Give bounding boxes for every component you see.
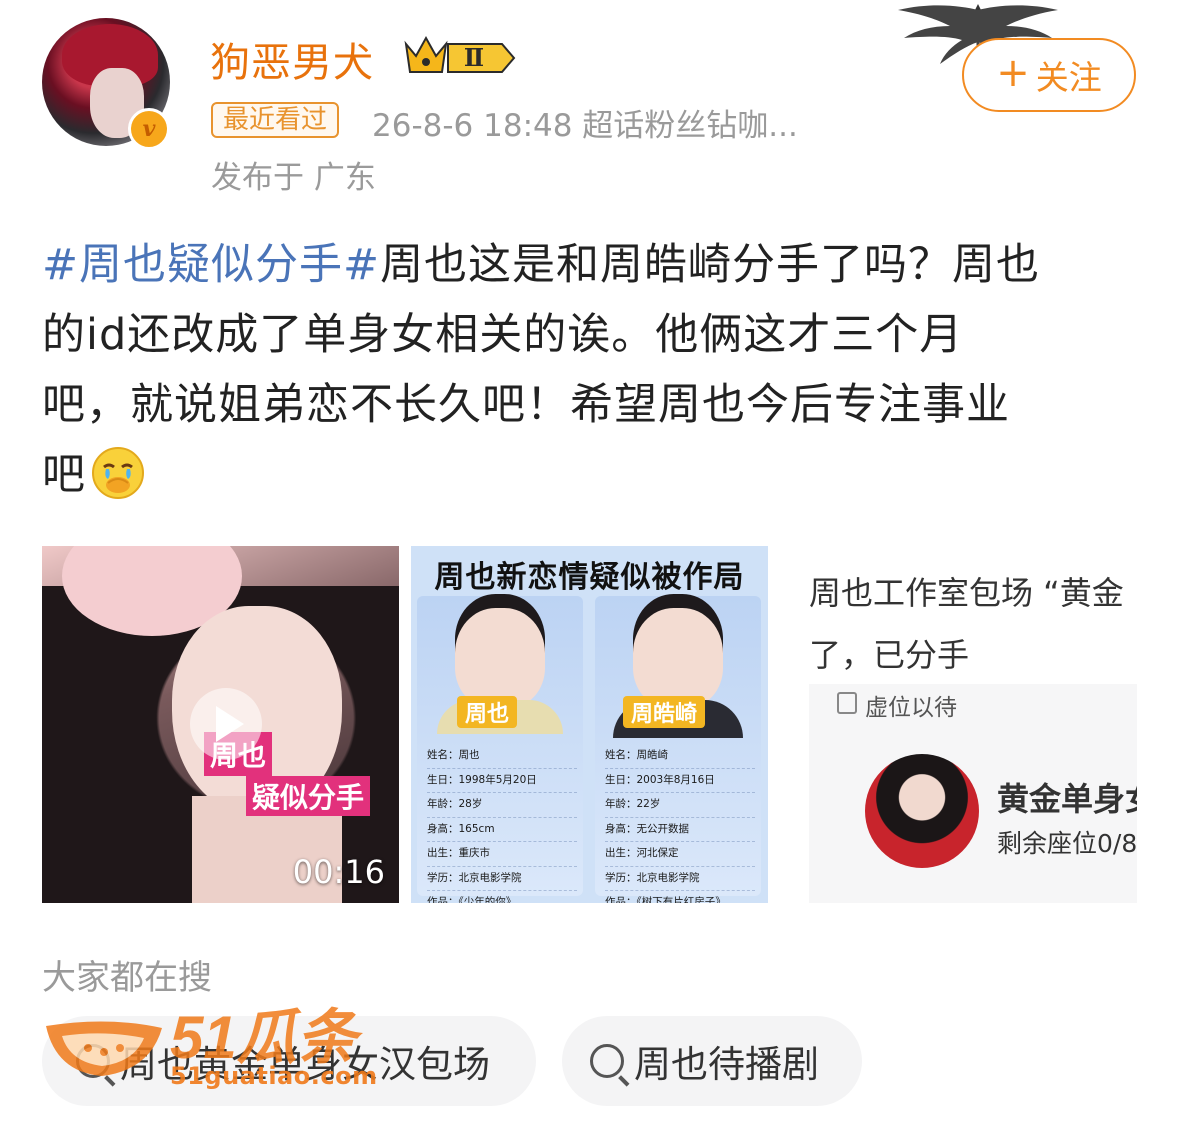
info-row: 出生：重庆市 (427, 842, 577, 867)
info-row: 姓名：周也 (427, 744, 577, 769)
search-suggestion-2[interactable]: 周也待播剧 (562, 1016, 862, 1106)
portrait-right (633, 608, 723, 708)
infographic-title: 周也新恋情疑似被作局 (434, 560, 745, 595)
follow-button[interactable]: + 关注 (962, 38, 1136, 112)
info-row: 生日：2003年8月16日 (605, 769, 755, 793)
video-duration: 00:16 (292, 853, 385, 891)
post-text-1: 周也这是和周皓崎分手了吗？周也 (380, 240, 1041, 290)
portrait-left (455, 608, 545, 708)
recently-viewed-badge: 最近看过 (211, 102, 340, 138)
post-location: 发布于 广东 (211, 160, 376, 196)
info-row: 姓名：周皓崎 (605, 744, 755, 769)
search-suggestion-1[interactable]: 周也黄金单身女汉包场 (42, 1016, 536, 1106)
hashtag-link[interactable]: #周也疑似分手# (42, 240, 380, 290)
caption-line-1: 周也工作室包场 “黄金 (809, 574, 1124, 612)
post-line-3: 吧，就说姐弟恋不长久吧！希望周也今后专注事业 (42, 380, 1010, 430)
trending-search-heading: 大家都在搜 (42, 958, 212, 998)
post-text-4: 吧 (42, 450, 86, 500)
search-icon (76, 1044, 110, 1078)
post-meta: 26-8-6 18:48 超话粉丝钻咖... (372, 108, 798, 144)
gold-single-title: 黄金单身女 (997, 780, 1137, 818)
post-line-4: 吧 (42, 440, 1132, 510)
seats-remaining: 剩余座位0/8 (997, 829, 1137, 858)
level-number: Ⅱ (464, 43, 484, 72)
info-row: 年龄：22岁 (605, 793, 755, 818)
seat-icon (837, 692, 857, 714)
follow-label: 关注 (1035, 58, 1102, 97)
info-row: 学历：北京电影学院 (427, 867, 577, 891)
post-line-1: #周也疑似分手#周也这是和周皓崎分手了吗？周也 (42, 230, 1132, 300)
plus-icon: + (996, 50, 1030, 96)
profile-card-left: 周也 姓名：周也 生日：1998年5月20日 年龄：28岁 身高：165cm 出… (417, 596, 583, 903)
screenshot-avatar (865, 754, 979, 868)
video-tag-breakup: 疑似分手 (246, 776, 371, 816)
caption-line-2: 了，已分手 (809, 636, 970, 674)
info-list-left: 姓名：周也 生日：1998年5月20日 年龄：28岁 身高：165cm 出生：重… (427, 744, 577, 903)
screenshot-caption: 周也工作室包场 “黄金 了，已分手 (809, 562, 1137, 686)
search-icon (590, 1044, 624, 1078)
info-row: 年龄：28岁 (427, 793, 577, 818)
username[interactable]: 狗恶男犬 (210, 30, 374, 88)
info-row: 生日：1998年5月20日 (427, 769, 577, 793)
crying-face-emoji-icon (92, 447, 144, 499)
info-row: 作品：《少年的你》 (427, 891, 577, 903)
name-tag-right: 周皓崎 (623, 696, 706, 728)
suggestion-label: 周也黄金单身女汉包场 (120, 1043, 490, 1086)
play-icon[interactable] (190, 688, 262, 760)
hold-label: 虚位以待 (865, 695, 957, 721)
profile-card-right: 周皓崎 姓名：周皓崎 生日：2003年8月16日 年龄：22岁 身高：无公开数据… (595, 596, 761, 903)
name-tag-left: 周也 (457, 696, 518, 728)
post-content: #周也疑似分手#周也这是和周皓崎分手了吗？周也 的id还改成了单身女相关的诶。他… (42, 230, 1132, 510)
info-row: 出生：河北保定 (605, 842, 755, 867)
info-row: 作品：《树下有片红房子》 (605, 891, 755, 903)
post-line-2: 的id还改成了单身女相关的诶。他俩这才三个月 (42, 310, 964, 360)
info-row: 身高：无公开数据 (605, 818, 755, 842)
info-row: 学历：北京电影学院 (605, 867, 755, 891)
infographic-image[interactable]: 周也新恋情疑似被作局 周也 姓名：周也 生日：1998年5月20日 年龄：28岁… (411, 546, 768, 903)
level-crown-badge-icon: Ⅱ (404, 35, 516, 73)
suggestion-label: 周也待播剧 (634, 1043, 819, 1086)
info-row: 身高：165cm (427, 818, 577, 842)
verified-badge-icon: v (128, 108, 170, 150)
info-list-right: 姓名：周皓崎 生日：2003年8月16日 年龄：22岁 身高：无公开数据 出生：… (605, 744, 755, 903)
screenshot-image[interactable]: 周也工作室包场 “黄金 了，已分手 虚位以待 黄金单身女 剩余座位0/8 (779, 546, 1137, 903)
